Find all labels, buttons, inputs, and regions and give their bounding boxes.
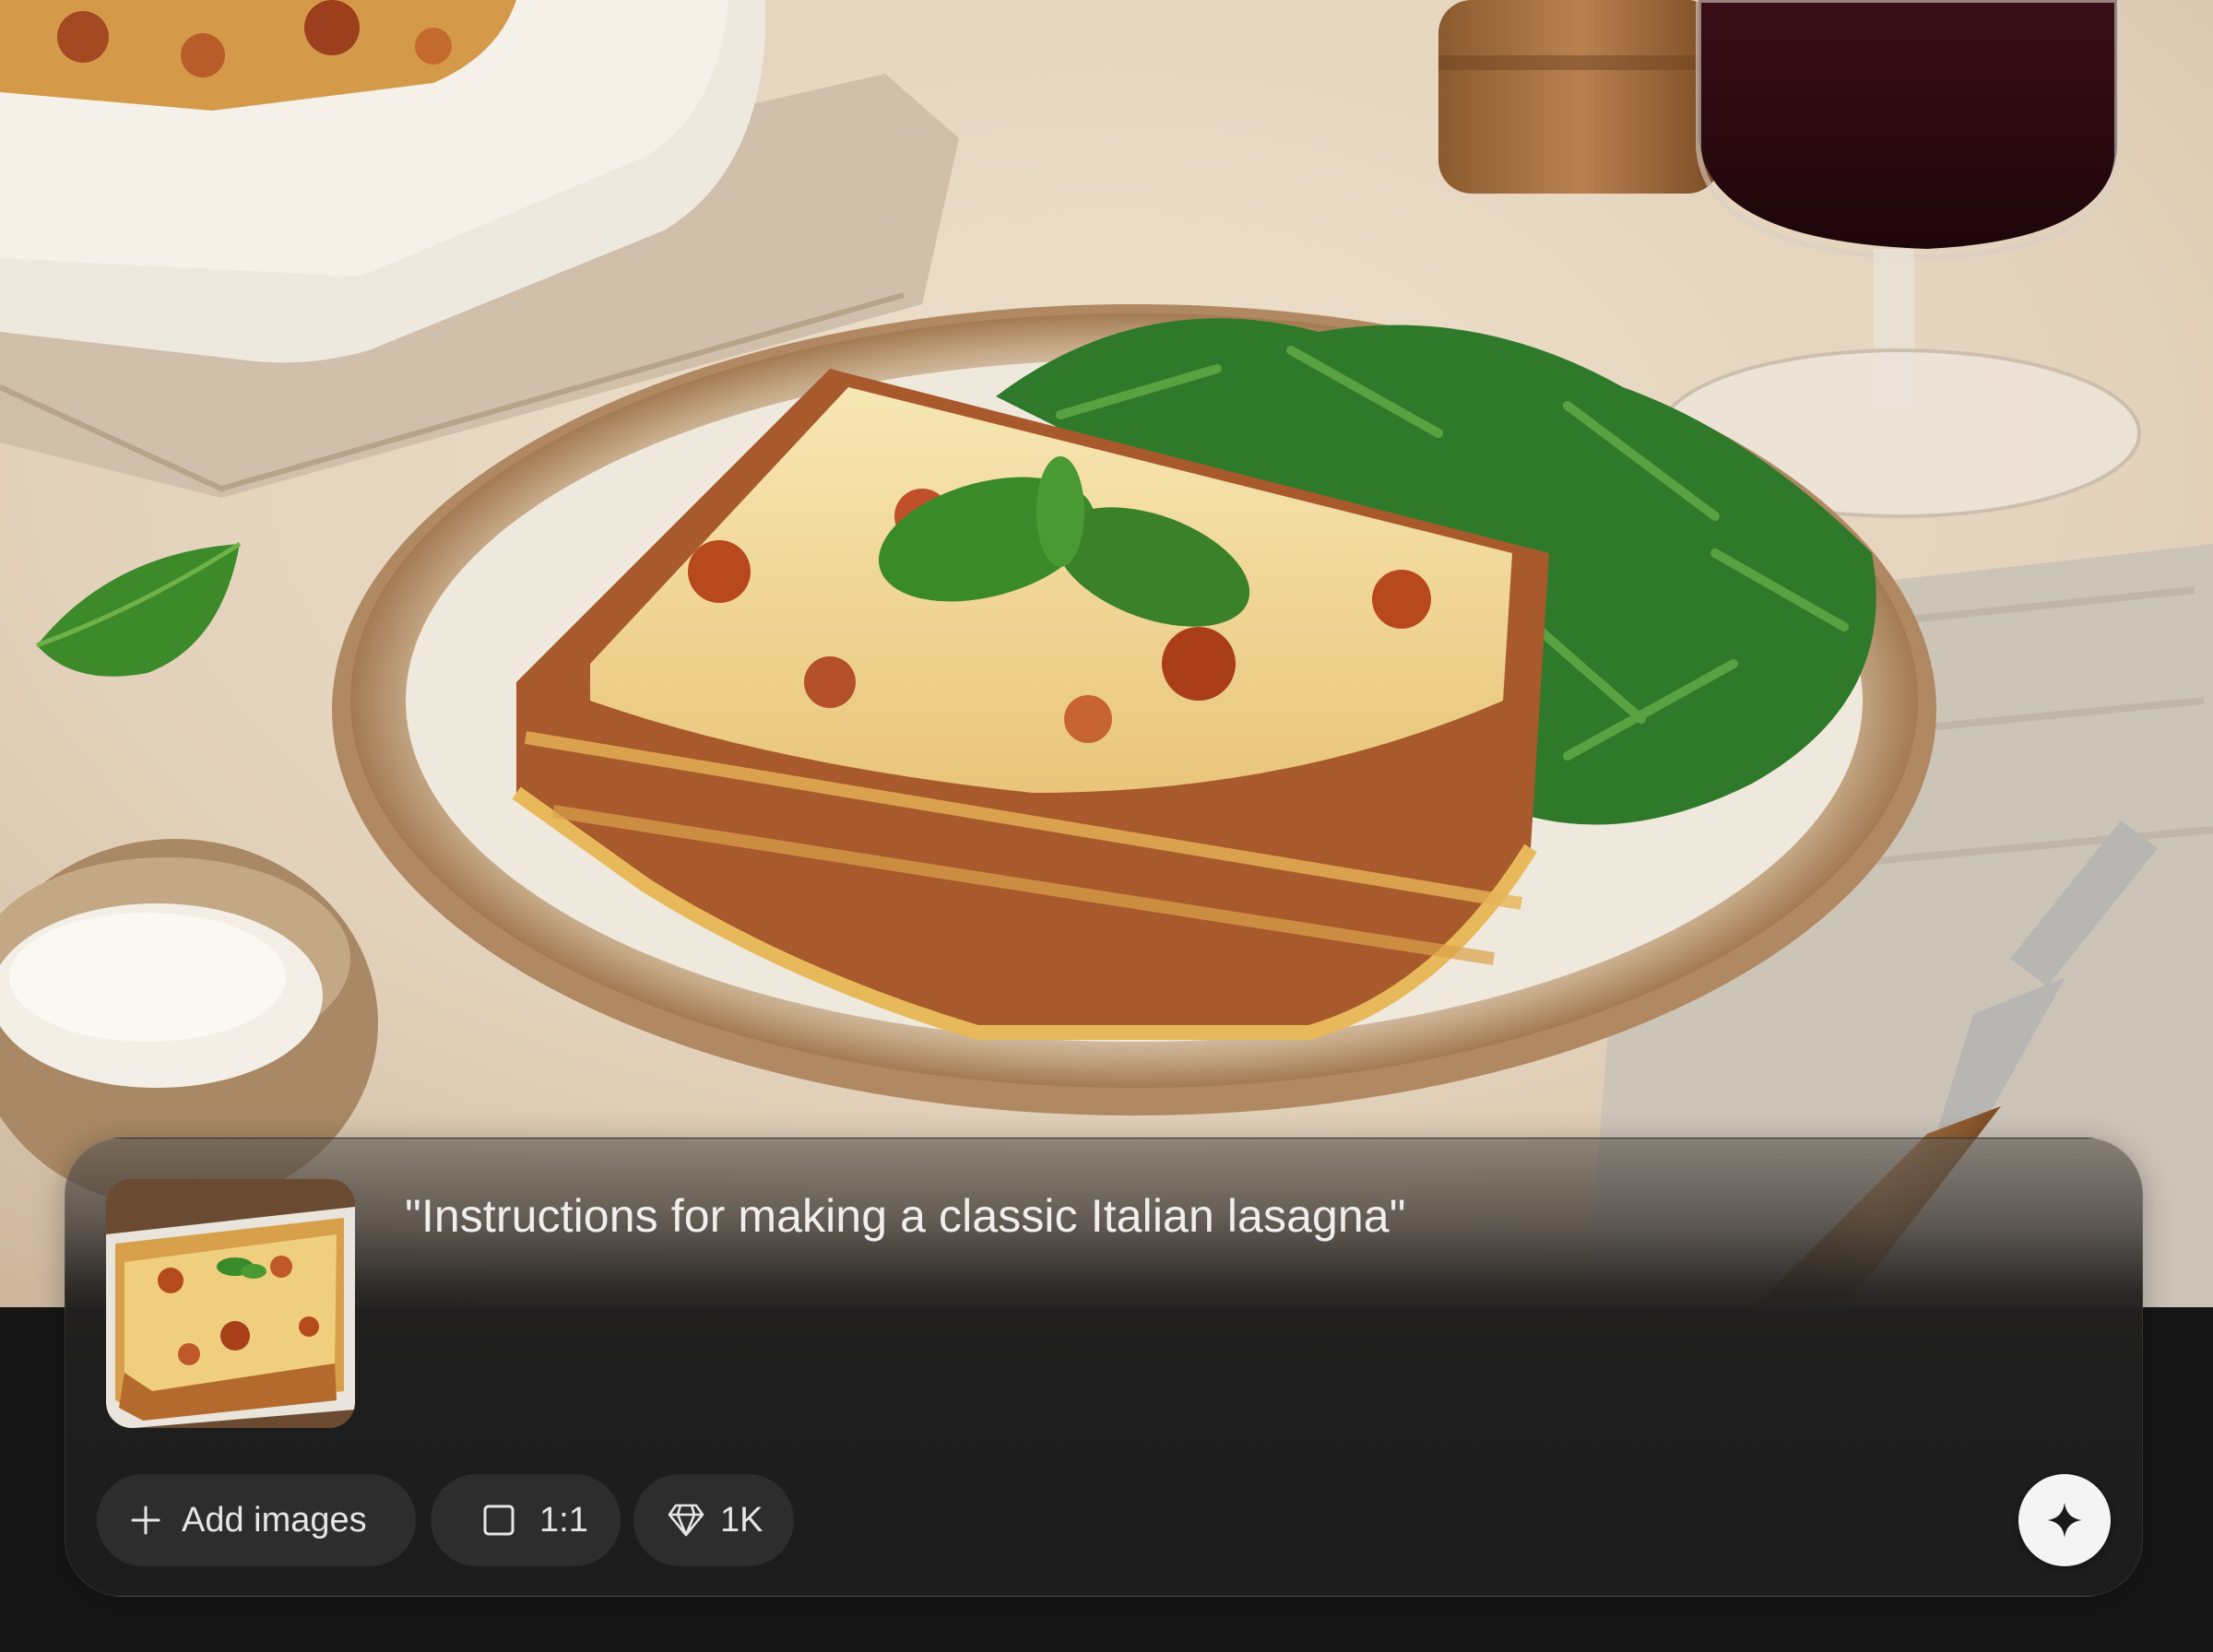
aspect-ratio-button[interactable]: 1:1 [431,1474,621,1566]
background-photo [0,0,2213,1309]
aspect-ratio-label: 1:1 [539,1500,588,1540]
add-images-button[interactable]: Add images [97,1474,416,1566]
generate-button[interactable] [2018,1474,2111,1566]
diamond-icon [668,1504,704,1537]
prompt-composer: "Instructions for making a classic Itali… [65,1138,2143,1597]
plus-icon [131,1505,160,1535]
square-icon [483,1504,515,1536]
sparkle-icon [2047,1503,2082,1538]
add-images-label: Add images [182,1500,367,1540]
prompt-text[interactable]: "Instructions for making a classic Itali… [405,1186,2065,1245]
reference-image-thumbnail[interactable] [106,1179,355,1428]
quality-label: 1K [720,1500,763,1540]
quality-button[interactable]: 1K [633,1474,794,1566]
